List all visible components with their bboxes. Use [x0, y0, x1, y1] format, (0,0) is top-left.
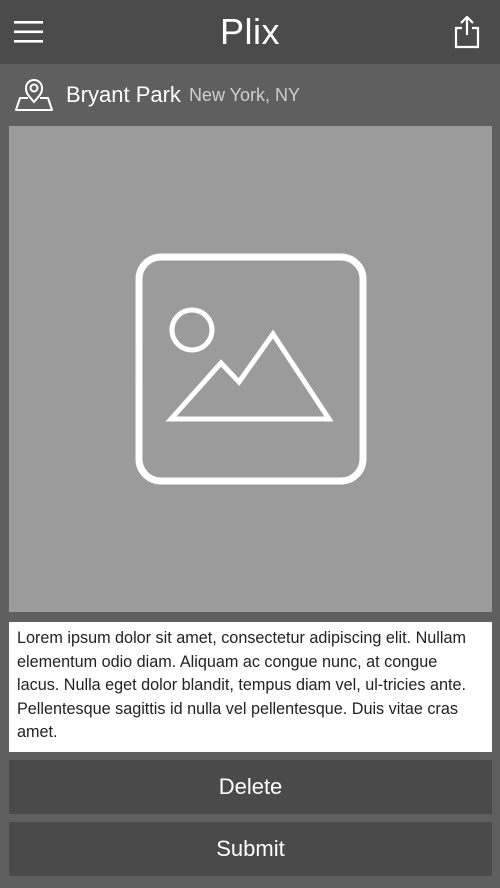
app-title: Plix — [219, 11, 280, 52]
submit-button[interactable]: Submit — [9, 822, 492, 876]
share-button[interactable] — [452, 12, 482, 52]
menu-button[interactable] — [14, 16, 44, 48]
location-bar: Bryant Park New York, NY — [0, 64, 500, 126]
app-screen: Plix Bryant Park New York, NY Lorem ipsu… — [0, 0, 500, 888]
location-pin — [14, 75, 54, 115]
share-icon — [454, 15, 480, 49]
top-bar: Plix — [0, 0, 500, 64]
location-name: Bryant Park — [66, 82, 181, 107]
location-pin-icon — [15, 78, 53, 111]
photo-placeholder[interactable] — [9, 126, 492, 612]
photo-description: Lorem ipsum dolor sit amet, consectetur … — [9, 622, 492, 752]
hamburger-menu-icon — [14, 21, 43, 43]
delete-button[interactable]: Delete — [9, 760, 492, 814]
image-placeholder-icon — [135, 253, 366, 485]
location-city: New York, NY — [188, 84, 300, 105]
